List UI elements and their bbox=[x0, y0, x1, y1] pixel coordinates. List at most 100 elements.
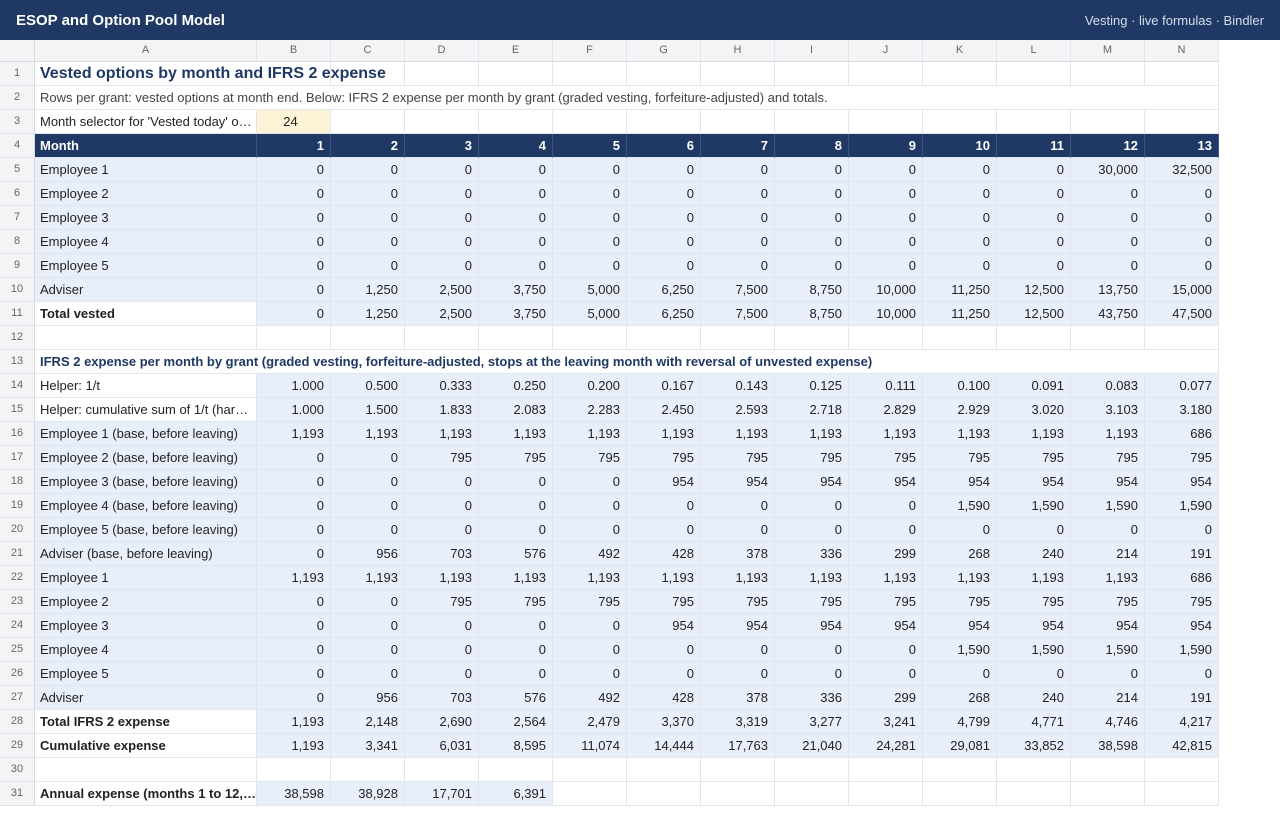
value-cell[interactable]: 191 bbox=[1145, 542, 1219, 566]
month-header-label[interactable]: Month bbox=[35, 134, 257, 158]
value-cell[interactable]: 0 bbox=[1071, 206, 1145, 230]
value-cell[interactable]: 954 bbox=[1145, 614, 1219, 638]
value-cell[interactable]: 0 bbox=[701, 662, 775, 686]
column-header[interactable]: D bbox=[405, 40, 479, 62]
value-cell[interactable]: 0 bbox=[923, 206, 997, 230]
row-header[interactable]: 11 bbox=[0, 302, 35, 326]
value-cell[interactable]: 2.283 bbox=[553, 398, 627, 422]
value-cell[interactable]: 0 bbox=[331, 614, 405, 638]
month-header-cell[interactable]: 7 bbox=[701, 134, 775, 158]
value-cell[interactable]: 795 bbox=[1145, 590, 1219, 614]
value-cell[interactable]: 1,193 bbox=[257, 422, 331, 446]
value-cell[interactable]: 2.829 bbox=[849, 398, 923, 422]
cell[interactable] bbox=[405, 110, 479, 134]
value-cell[interactable]: 954 bbox=[627, 614, 701, 638]
row-header[interactable]: 14 bbox=[0, 374, 35, 398]
row-header[interactable]: 8 bbox=[0, 230, 35, 254]
value-cell[interactable]: 1,193 bbox=[1071, 566, 1145, 590]
value-cell[interactable]: 1,193 bbox=[775, 422, 849, 446]
value-cell[interactable]: 686 bbox=[1145, 422, 1219, 446]
value-cell[interactable]: 0 bbox=[553, 470, 627, 494]
value-cell[interactable]: 0 bbox=[775, 518, 849, 542]
row-label[interactable]: Employee 1 (base, before leaving) bbox=[35, 422, 257, 446]
value-cell[interactable]: 21,040 bbox=[775, 734, 849, 758]
row-header[interactable]: 4 bbox=[0, 134, 35, 158]
value-cell[interactable]: 0 bbox=[627, 638, 701, 662]
value-cell[interactable]: 0 bbox=[775, 182, 849, 206]
value-cell[interactable]: 378 bbox=[701, 686, 775, 710]
value-cell[interactable]: 703 bbox=[405, 686, 479, 710]
value-cell[interactable]: 14,444 bbox=[627, 734, 701, 758]
value-cell[interactable]: 0 bbox=[627, 494, 701, 518]
value-cell[interactable]: 0 bbox=[849, 158, 923, 182]
value-cell[interactable]: 0 bbox=[1071, 254, 1145, 278]
value-cell[interactable]: 0 bbox=[331, 494, 405, 518]
value-cell[interactable]: 12,500 bbox=[997, 302, 1071, 326]
value-cell[interactable]: 686 bbox=[1145, 566, 1219, 590]
value-cell[interactable]: 2,148 bbox=[331, 710, 405, 734]
value-cell[interactable]: 1,193 bbox=[923, 422, 997, 446]
cell[interactable] bbox=[257, 326, 331, 350]
month-header-cell[interactable]: 9 bbox=[849, 134, 923, 158]
value-cell[interactable]: 1,193 bbox=[257, 710, 331, 734]
value-cell[interactable]: 38,598 bbox=[1071, 734, 1145, 758]
value-cell[interactable]: 795 bbox=[405, 590, 479, 614]
row-header[interactable]: 2 bbox=[0, 86, 35, 110]
value-cell[interactable]: 0 bbox=[257, 158, 331, 182]
value-cell[interactable]: 954 bbox=[923, 470, 997, 494]
cell[interactable] bbox=[1071, 62, 1145, 86]
value-cell[interactable]: 0 bbox=[331, 470, 405, 494]
column-header[interactable]: B bbox=[257, 40, 331, 62]
value-cell[interactable]: 29,081 bbox=[923, 734, 997, 758]
value-cell[interactable]: 3,341 bbox=[331, 734, 405, 758]
value-cell[interactable]: 795 bbox=[997, 590, 1071, 614]
cell[interactable] bbox=[923, 758, 997, 782]
value-cell[interactable]: 0 bbox=[775, 254, 849, 278]
value-cell[interactable]: 0 bbox=[627, 230, 701, 254]
cell[interactable] bbox=[997, 110, 1071, 134]
value-cell[interactable]: 0 bbox=[1071, 230, 1145, 254]
value-cell[interactable]: 24,281 bbox=[849, 734, 923, 758]
value-cell[interactable]: 0 bbox=[405, 182, 479, 206]
row-label[interactable]: Helper: 1/t bbox=[35, 374, 257, 398]
row-label[interactable]: Employee 2 bbox=[35, 590, 257, 614]
value-cell[interactable]: 0 bbox=[775, 230, 849, 254]
value-cell[interactable]: 0 bbox=[849, 230, 923, 254]
cell[interactable] bbox=[997, 326, 1071, 350]
value-cell[interactable]: 0 bbox=[627, 254, 701, 278]
value-cell[interactable]: 4,746 bbox=[1071, 710, 1145, 734]
value-cell[interactable]: 0 bbox=[479, 638, 553, 662]
cell[interactable] bbox=[331, 758, 405, 782]
cell[interactable] bbox=[923, 782, 997, 806]
value-cell[interactable]: 13,750 bbox=[1071, 278, 1145, 302]
value-cell[interactable]: 214 bbox=[1071, 686, 1145, 710]
value-cell[interactable]: 268 bbox=[923, 542, 997, 566]
month-header-cell[interactable]: 2 bbox=[331, 134, 405, 158]
value-cell[interactable]: 0 bbox=[553, 614, 627, 638]
value-cell[interactable]: 11,250 bbox=[923, 302, 997, 326]
value-cell[interactable]: 1,590 bbox=[997, 494, 1071, 518]
cell[interactable] bbox=[1071, 782, 1145, 806]
value-cell[interactable]: 576 bbox=[479, 542, 553, 566]
value-cell[interactable]: 0.077 bbox=[1145, 374, 1219, 398]
cell[interactable] bbox=[1145, 110, 1219, 134]
value-cell[interactable]: 6,250 bbox=[627, 278, 701, 302]
value-cell[interactable]: 2,500 bbox=[405, 302, 479, 326]
section-title[interactable]: IFRS 2 expense per month by grant (grade… bbox=[35, 350, 1219, 374]
value-cell[interactable]: 47,500 bbox=[1145, 302, 1219, 326]
value-cell[interactable]: 795 bbox=[775, 446, 849, 470]
value-cell[interactable]: 336 bbox=[775, 686, 849, 710]
value-cell[interactable]: 0.333 bbox=[405, 374, 479, 398]
value-cell[interactable]: 1,193 bbox=[331, 566, 405, 590]
value-cell[interactable]: 428 bbox=[627, 686, 701, 710]
value-cell[interactable]: 0 bbox=[405, 206, 479, 230]
value-cell[interactable]: 0 bbox=[405, 662, 479, 686]
value-cell[interactable]: 8,750 bbox=[775, 278, 849, 302]
row-label[interactable]: Helper: cumulative sum of 1/t (har… bbox=[35, 398, 257, 422]
value-cell[interactable]: 3.020 bbox=[997, 398, 1071, 422]
value-cell[interactable]: 1,590 bbox=[923, 638, 997, 662]
value-cell[interactable]: 954 bbox=[775, 614, 849, 638]
row-header[interactable]: 15 bbox=[0, 398, 35, 422]
cell[interactable] bbox=[627, 758, 701, 782]
value-cell[interactable]: 0 bbox=[701, 254, 775, 278]
